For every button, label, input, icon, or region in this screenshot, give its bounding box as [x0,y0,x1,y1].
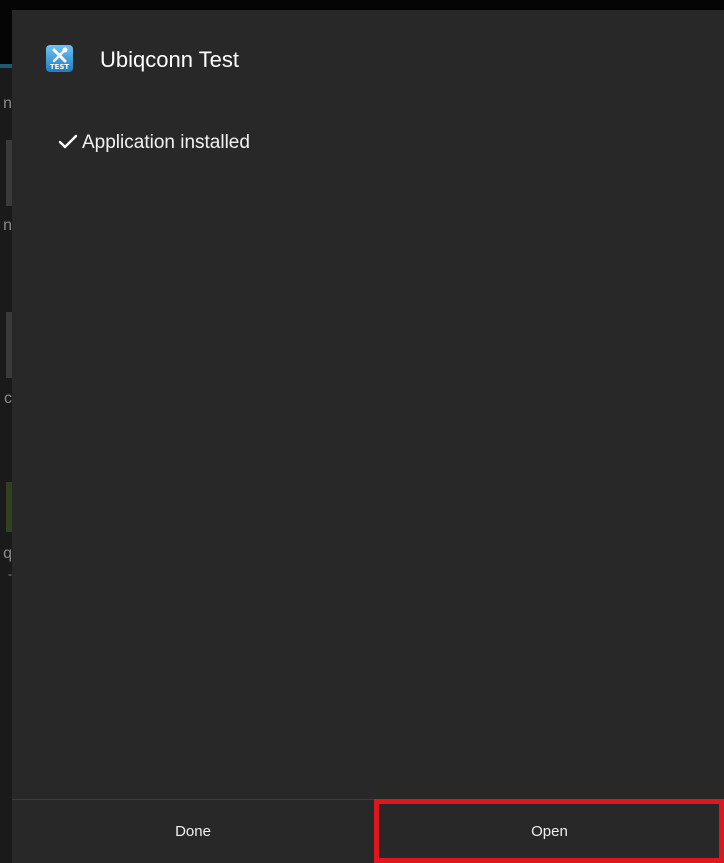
dialog-title: Ubiqconn Test [100,47,240,72]
checkmark-icon [58,134,78,149]
background-activity: n n c q - [0,68,12,863]
background-glyph: n [3,218,12,234]
install-dialog: TEST Ubiqconn Test Application installed… [12,10,724,863]
open-button[interactable]: Open [375,800,724,863]
screen: n n c q - TEST Ubiqconn Test Application… [0,0,724,863]
dialog-button-bar: Done Open [12,799,724,863]
status-text: Application installed [82,132,250,153]
done-button[interactable]: Done [12,800,374,863]
app-icon: TEST [46,45,73,72]
background-glyph: c [4,391,12,407]
background-glyph: q [3,546,12,562]
background-glyph: n [3,96,12,112]
app-icon-label: TEST [49,63,70,71]
dialog-header: TEST Ubiqconn Test [12,10,724,114]
background-glyph: - [8,567,12,581]
